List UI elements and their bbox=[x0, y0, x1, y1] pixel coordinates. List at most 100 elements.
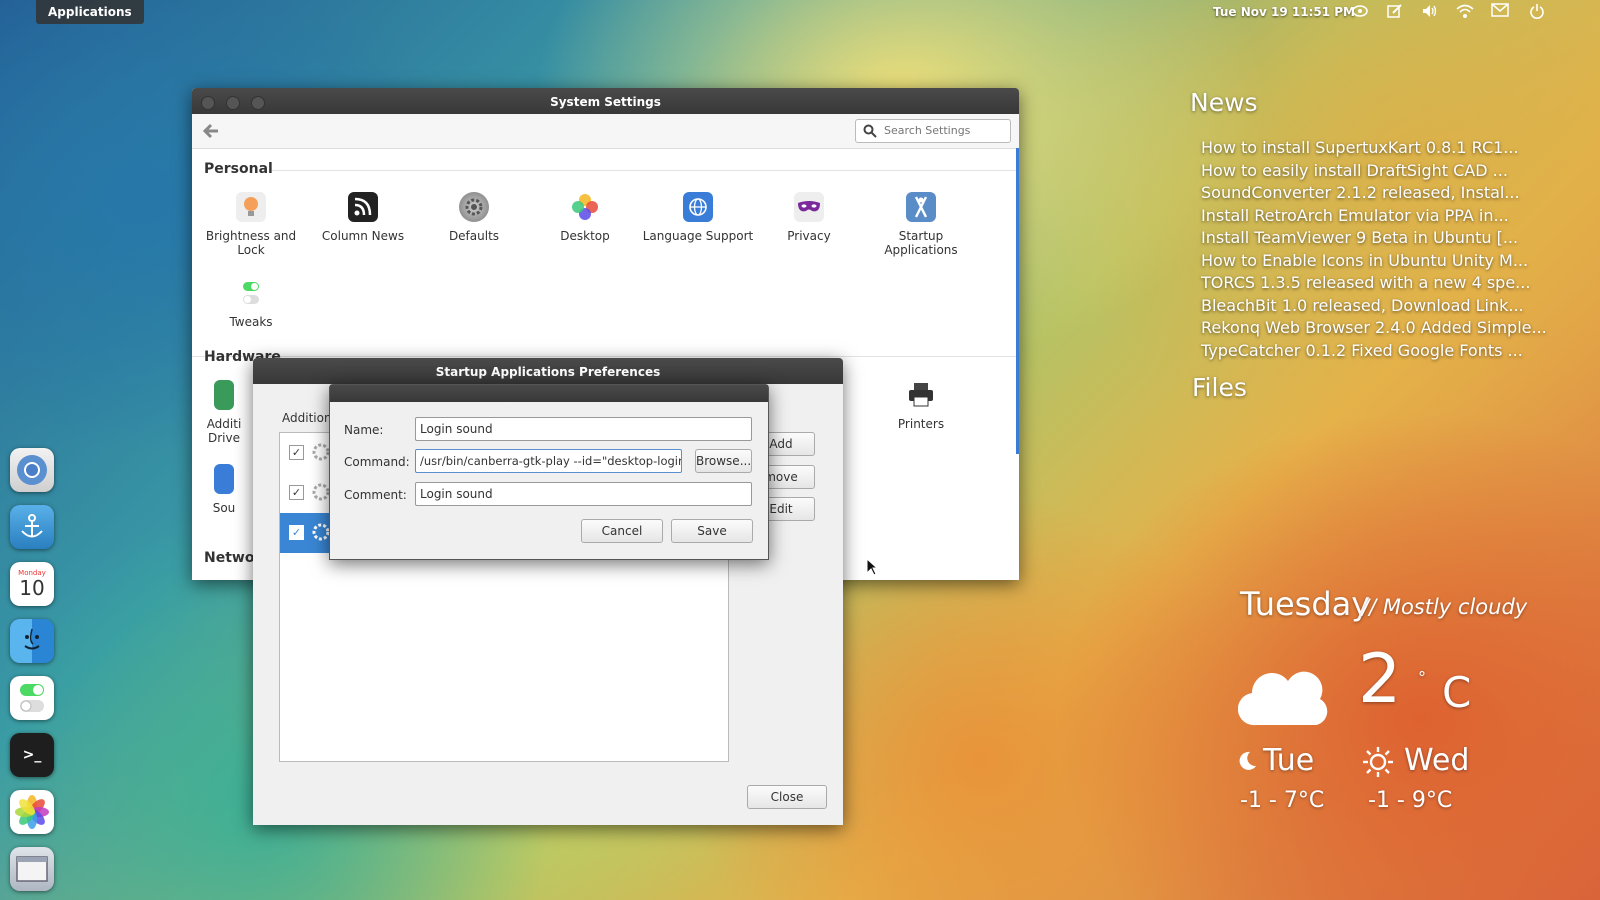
driver-icon bbox=[214, 380, 234, 410]
checkbox[interactable]: ✓ bbox=[289, 525, 304, 540]
flower-icon bbox=[570, 192, 600, 222]
anchor-launcher[interactable] bbox=[10, 505, 54, 549]
settings-item-startup[interactable]: Startup Applications bbox=[865, 192, 977, 257]
settings-item-column-news[interactable]: Column News bbox=[307, 192, 419, 243]
terminal-prompt: >_ bbox=[22, 747, 42, 763]
save-button[interactable]: Save bbox=[671, 519, 753, 543]
settings-toolbar bbox=[192, 114, 1019, 149]
network-applet-icon[interactable] bbox=[1350, 3, 1370, 21]
edit-startup-dialog: Name: Login sound Command: /usr/bin/canb… bbox=[329, 384, 769, 560]
tools-icon bbox=[906, 192, 936, 222]
item-label: Privacy bbox=[787, 229, 831, 243]
news-item[interactable]: Install RetroArch Emulator via PPA in... bbox=[1201, 206, 1509, 225]
item-label: Brightness and Lock bbox=[205, 229, 297, 257]
news-item[interactable]: Rekonq Web Browser 2.4.0 Added Simple... bbox=[1201, 318, 1547, 337]
settings-item-sound[interactable]: Sou bbox=[194, 464, 254, 515]
item-label: Desktop bbox=[560, 229, 610, 243]
scrollbar[interactable] bbox=[1016, 148, 1019, 454]
settings-item-tweaks[interactable]: Tweaks bbox=[195, 278, 307, 329]
settings-item-defaults[interactable]: Defaults bbox=[418, 192, 530, 243]
checkbox[interactable]: ✓ bbox=[289, 485, 304, 500]
news-item[interactable]: SoundConverter 2.1.2 released, Instal... bbox=[1201, 183, 1520, 202]
section-divider bbox=[192, 356, 1019, 357]
command-field[interactable]: /usr/bin/canberra-gtk-play --id="desktop… bbox=[415, 449, 682, 473]
search-box[interactable] bbox=[855, 119, 1011, 143]
gear-icon bbox=[459, 192, 489, 222]
forecast-range: -1 - 7°C bbox=[1240, 788, 1325, 813]
rss-icon bbox=[348, 192, 378, 222]
comment-field[interactable]: Login sound bbox=[415, 482, 752, 506]
close-button[interactable]: Close bbox=[747, 785, 827, 809]
toggle-switch-icon bbox=[20, 684, 44, 712]
item-label: Defaults bbox=[448, 229, 500, 243]
back-arrow-icon[interactable] bbox=[202, 122, 220, 143]
item-label: Sou bbox=[212, 501, 236, 515]
chrome-icon bbox=[17, 455, 47, 485]
name-label: Name: bbox=[344, 423, 384, 437]
search-input[interactable] bbox=[882, 123, 1006, 138]
startup-titlebar[interactable]: Startup Applications Preferences bbox=[253, 358, 843, 384]
top-panel: Applications Tue Nov 19 11:51 PM bbox=[0, 0, 1600, 24]
section-divider bbox=[272, 170, 1019, 171]
browse-button[interactable]: Browse... bbox=[695, 449, 752, 473]
item-label: Language Support bbox=[642, 229, 754, 243]
settings-item-printers[interactable]: Printers bbox=[865, 380, 977, 431]
comment-label: Comment: bbox=[344, 488, 407, 502]
power-icon[interactable] bbox=[1527, 3, 1547, 21]
weather-condition: // Mostly cloudy bbox=[1362, 595, 1528, 619]
window-title: System Settings bbox=[550, 95, 661, 109]
printer-icon bbox=[906, 380, 936, 410]
weather-day: Tuesday bbox=[1240, 585, 1371, 623]
item-label: Startup Applications bbox=[884, 229, 958, 257]
files-title: Files bbox=[1192, 373, 1247, 402]
degree-symbol: ° bbox=[1418, 668, 1426, 687]
news-item[interactable]: How to easily install DraftSight CAD ... bbox=[1201, 161, 1508, 180]
settings-item-desktop[interactable]: Desktop bbox=[529, 192, 641, 243]
sound-icon bbox=[214, 464, 234, 494]
finder-launcher[interactable] bbox=[10, 619, 54, 663]
forecast-range: -1 - 9°C bbox=[1368, 788, 1453, 813]
name-field[interactable]: Login sound bbox=[415, 417, 752, 441]
news-title: News bbox=[1190, 88, 1258, 117]
minimize-window-button[interactable] bbox=[226, 96, 240, 110]
chrome-launcher[interactable] bbox=[10, 448, 54, 492]
terminal-launcher[interactable]: >_ bbox=[10, 733, 54, 777]
close-window-button[interactable] bbox=[201, 96, 215, 110]
settings-titlebar[interactable]: System Settings bbox=[192, 88, 1019, 114]
finder-face-icon bbox=[24, 628, 40, 650]
checkbox[interactable]: ✓ bbox=[289, 445, 304, 460]
edit-note-icon[interactable] bbox=[1385, 3, 1405, 21]
tweaks-launcher[interactable] bbox=[10, 676, 54, 720]
window-icon bbox=[16, 856, 48, 882]
dialog-titlebar[interactable] bbox=[330, 385, 768, 402]
news-item[interactable]: TORCS 1.3.5 released with a new 4 spe... bbox=[1201, 273, 1530, 292]
calendar-launcher[interactable]: Monday 10 bbox=[10, 562, 54, 606]
photos-launcher[interactable] bbox=[10, 790, 54, 834]
volume-icon[interactable] bbox=[1420, 3, 1440, 21]
forecast-day: Wed bbox=[1404, 743, 1470, 778]
settings-item-brightness[interactable]: Brightness and Lock bbox=[195, 192, 307, 257]
settings-item-additional-drivers[interactable]: Additi Drive bbox=[194, 380, 254, 445]
news-item[interactable]: How to Enable Icons in Ubuntu Unity M... bbox=[1201, 251, 1528, 270]
news-item[interactable]: Install TeamViewer 9 Beta in Ubuntu [... bbox=[1201, 228, 1518, 247]
sun-icon bbox=[1363, 747, 1393, 777]
settings-item-language[interactable]: Language Support bbox=[642, 192, 754, 243]
cancel-button[interactable]: Cancel bbox=[581, 519, 663, 543]
maximize-window-button[interactable] bbox=[251, 96, 265, 110]
wifi-icon[interactable] bbox=[1455, 3, 1475, 21]
window-launcher[interactable] bbox=[10, 847, 54, 891]
news-item[interactable]: BleachBit 1.0 released, Download Link... bbox=[1201, 296, 1524, 315]
item-label: Column News bbox=[321, 229, 405, 243]
mail-icon[interactable] bbox=[1490, 3, 1510, 21]
news-item[interactable]: How to install SupertuxKart 0.8.1 RC1... bbox=[1201, 138, 1519, 157]
clock[interactable]: Tue Nov 19 11:51 PM bbox=[1213, 0, 1355, 24]
anchor-icon bbox=[21, 514, 43, 538]
calendar-date: 10 bbox=[19, 576, 45, 600]
settings-item-privacy[interactable]: Privacy bbox=[753, 192, 865, 243]
news-item[interactable]: TypeCatcher 0.1.2 Fixed Google Fonts ... bbox=[1201, 341, 1523, 360]
personal-section-title: Personal bbox=[204, 161, 273, 177]
applications-menu-button[interactable]: Applications bbox=[36, 0, 144, 24]
photos-flower-icon bbox=[15, 795, 49, 829]
mask-icon bbox=[794, 192, 824, 222]
startup-window-title: Startup Applications Preferences bbox=[435, 365, 661, 379]
